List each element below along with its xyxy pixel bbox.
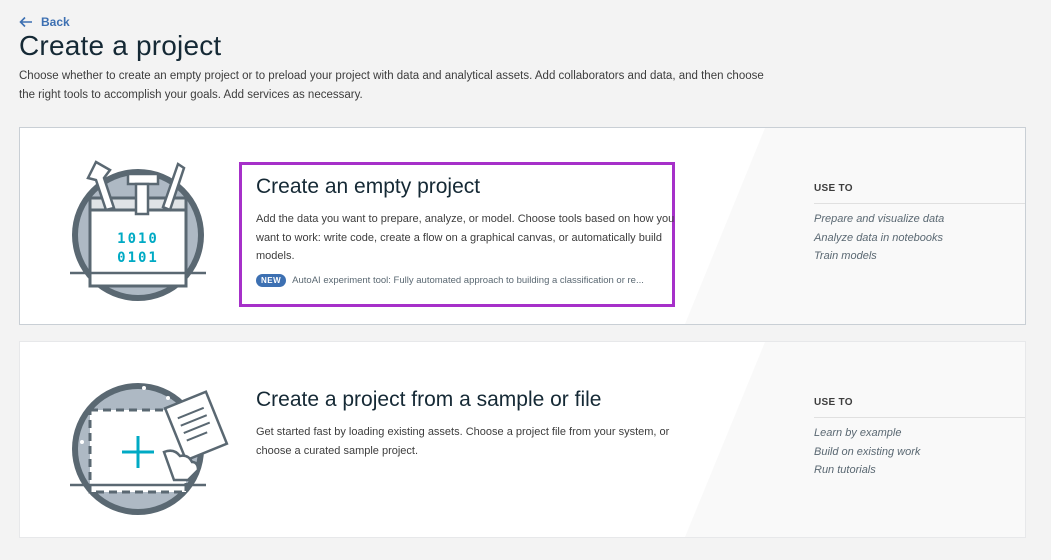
new-feature-text: AutoAI experiment tool: Fully automated …: [292, 275, 644, 286]
sample-project-card[interactable]: Create a project from a sample or file G…: [19, 341, 1026, 538]
new-badge: NEW: [256, 274, 287, 287]
use-to-list: Learn by example Build on existing work …: [814, 424, 920, 480]
binary-line-1: 1010: [117, 231, 159, 247]
new-feature-row: NEW AutoAI experiment tool: Fully automa…: [256, 274, 644, 287]
use-to-divider: [814, 417, 1025, 418]
card-description: Get started fast by loading existing ass…: [256, 426, 670, 457]
card-description: Add the data you want to prepare, analyz…: [256, 213, 675, 262]
empty-project-card[interactable]: 1010 0101 Create an empty project Add th…: [19, 127, 1026, 325]
back-label: Back: [41, 15, 70, 29]
back-link[interactable]: Back: [19, 15, 70, 29]
use-to-list: Prepare and visualize data Analyze data …: [814, 210, 944, 266]
use-to-item: Build on existing work: [814, 445, 921, 458]
use-to-divider: [814, 203, 1025, 204]
use-to-item: Analyze data in notebooks: [814, 231, 944, 244]
use-to-item: Learn by example: [814, 427, 902, 439]
page-title: Create a project: [19, 30, 222, 61]
page-description: Choose whether to create an empty projec…: [19, 70, 764, 101]
tools-illustration-icon: 1010 0101: [70, 160, 206, 301]
use-to-heading: USE TO: [814, 397, 853, 408]
use-to-heading: USE TO: [814, 183, 853, 194]
binary-line-2: 0101: [117, 250, 159, 266]
use-to-item: Train models: [814, 250, 877, 262]
import-file-illustration-icon: [70, 383, 229, 515]
card-title: Create a project from a sample or file: [256, 388, 602, 411]
use-to-item: Run tutorials: [814, 464, 876, 476]
card-title: Create an empty project: [256, 175, 481, 198]
arrow-left-icon: [19, 16, 32, 28]
use-to-item: Prepare and visualize data: [814, 213, 945, 225]
